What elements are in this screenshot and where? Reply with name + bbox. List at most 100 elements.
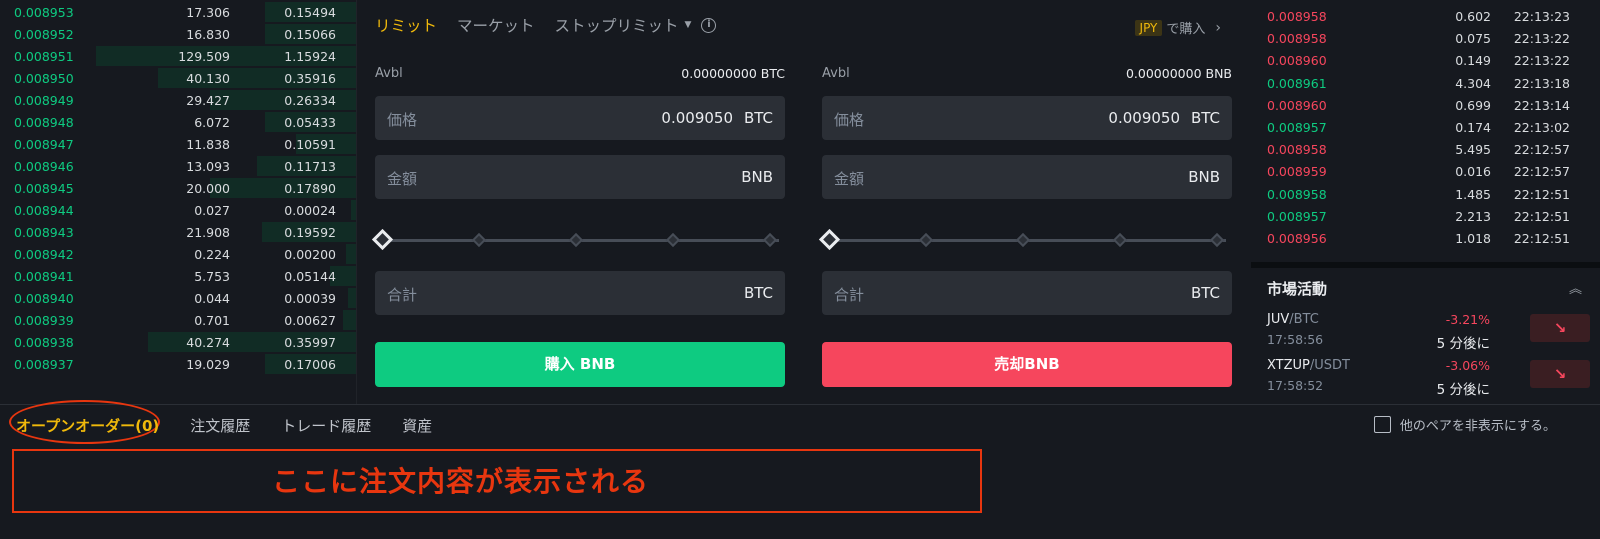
avbl-value: 0.00000000 BNB: [1125, 66, 1232, 81]
collapse-icon[interactable]: ︽: [1569, 278, 1582, 297]
orderbook-row[interactable]: 0.008940 0.044 0.00039: [0, 287, 356, 310]
price-value: 0.009050: [661, 109, 733, 127]
trade-time: 22:13:02: [1513, 120, 1570, 135]
orderbook-row[interactable]: 0.008944 0.027 0.00024: [0, 199, 356, 222]
market-activity-item[interactable]: JUV/BTC 17:58:56 -3.21% 5 分後に ↘: [1251, 312, 1600, 358]
orderbook-price: 0.008944: [14, 202, 74, 218]
pair-base: JUV: [1267, 312, 1290, 327]
trade-row: 0.008960 0.699 22:13:14: [1251, 94, 1600, 117]
trade-amount: 0.602: [1455, 9, 1491, 24]
trade-row: 0.008958 1.485 22:12:51: [1251, 183, 1600, 206]
orderbook-row[interactable]: 0.008945 20.000 0.17890: [0, 177, 356, 200]
slider-step-100[interactable]: [1209, 232, 1225, 248]
orderbook-price: 0.008945: [14, 180, 74, 196]
slider-step-25[interactable]: [918, 232, 934, 248]
sell-amount-input[interactable]: 金額 BNB: [822, 155, 1232, 199]
orderbook-row[interactable]: 0.008938 40.274 0.35997: [0, 331, 356, 354]
annotation-text: ここに注文内容が表示される: [272, 465, 650, 498]
total-unit: BTC: [1190, 284, 1220, 302]
buy-amount-slider[interactable]: [371, 228, 785, 251]
slider-step-75[interactable]: [665, 232, 681, 248]
market-activity-title: 市場活動: [1267, 280, 1328, 298]
orderbook-row[interactable]: 0.008939 0.701 0.00627: [0, 309, 356, 332]
buy-price-input[interactable]: 価格 0.009050 BTC: [375, 96, 785, 140]
hide-other-pairs-checkbox[interactable]: [1373, 416, 1391, 433]
trade-row: 0.008960 0.149 22:13:22: [1251, 49, 1600, 72]
orderbook-amount: 16.830: [186, 26, 230, 42]
trade-time: 22:13:23: [1513, 9, 1570, 24]
orderbook-row[interactable]: 0.008951 129.509 1.15924: [0, 45, 356, 68]
orderbook-total: 0.00039: [284, 290, 336, 306]
trade-time: 22:12:57: [1513, 142, 1570, 158]
slider-step-75[interactable]: [1112, 232, 1128, 248]
trade-time: 22:12:51: [1513, 231, 1570, 246]
trade-row: 0.008959 0.016 22:12:57: [1251, 160, 1600, 183]
pair-name: JUV/BTC: [1267, 312, 1319, 327]
slider-step-100[interactable]: [762, 232, 778, 248]
trade-amount: 0.174: [1455, 120, 1491, 135]
hide-other-pairs-toggle[interactable]: 他のペアを非表示にする。: [1373, 415, 1556, 434]
sell-total-input[interactable]: 合計 BTC: [822, 271, 1232, 315]
buy-column: Avbl 0.00000000 BTC 価格 0.009050 BTC 金額 B…: [371, 0, 785, 404]
orderbook-amount: 0.701: [194, 312, 230, 328]
sell-amount-slider[interactable]: [818, 228, 1232, 251]
price-change: -3.06%: [1445, 358, 1490, 373]
tab-open-orders[interactable]: オープンオーダー(0): [16, 415, 159, 436]
activity-window: 5 分後に: [1436, 336, 1490, 352]
orderbook-amount: 13.093: [186, 158, 230, 174]
orderbook-row[interactable]: 0.008949 29.427 0.26334: [0, 89, 356, 112]
orderbook-row[interactable]: 0.008953 17.306 0.15494: [0, 1, 356, 24]
avbl-label: Avbl: [375, 66, 403, 81]
slider-step-50[interactable]: [568, 232, 584, 248]
price-label: 価格: [834, 111, 865, 129]
slider-step-25[interactable]: [471, 232, 487, 248]
market-activity-item[interactable]: XTZUP/USDT 17:58:52 -3.06% 5 分後に ↘: [1251, 358, 1600, 404]
tab-funds[interactable]: 資産: [402, 415, 432, 436]
orderbook-row[interactable]: 0.008950 40.130 0.35916: [0, 67, 356, 90]
orderbook-row[interactable]: 0.008947 11.838 0.10591: [0, 133, 356, 156]
trade-price: 0.008961: [1267, 75, 1327, 91]
trade-amount: 1.018: [1455, 231, 1491, 246]
orderbook-total: 1.15924: [284, 48, 336, 64]
buy-total-input[interactable]: 合計 BTC: [375, 271, 785, 315]
orderbook-row[interactable]: 0.008946 13.093 0.11713: [0, 155, 356, 178]
avbl-label: Avbl: [822, 66, 850, 81]
activity-time: 17:58:52: [1267, 378, 1324, 393]
trade-price: 0.008960: [1267, 97, 1327, 113]
trade-amount: 0.699: [1455, 97, 1491, 113]
orderbook-row[interactable]: 0.008937 19.029 0.17006: [0, 353, 356, 376]
tab-order-history[interactable]: 注文履歴: [190, 415, 250, 436]
pair-quote: /USDT: [1309, 358, 1350, 373]
orderbook-total: 0.05144: [284, 268, 336, 284]
buy-available: Avbl 0.00000000 BTC: [375, 66, 785, 81]
tab-trade-history[interactable]: トレード履歴: [281, 415, 371, 436]
slider-step-50[interactable]: [1015, 232, 1031, 248]
depth-bar: [343, 309, 356, 330]
buy-amount-input[interactable]: 金額 BNB: [375, 155, 785, 199]
orderbook-row[interactable]: 0.008948 6.072 0.05433: [0, 111, 356, 134]
trade-price: 0.008958: [1267, 142, 1327, 158]
slider-handle[interactable]: [818, 228, 841, 251]
sell-bnb-button[interactable]: 売却BNB: [822, 342, 1232, 387]
sell-available: Avbl 0.00000000 BNB: [822, 66, 1232, 81]
trade-amount: 1.485: [1455, 186, 1491, 202]
trade-price: 0.008956: [1267, 231, 1327, 246]
order-book: 0.008953 17.306 0.15494 0.008952 16.830 0.150…: [0, 0, 356, 404]
orderbook-amount: 29.427: [186, 92, 230, 108]
orderbook-total: 0.35916: [284, 70, 336, 86]
trade-amount: 4.304: [1455, 75, 1491, 91]
orderbook-price: 0.008948: [14, 114, 74, 130]
depth-bar: [346, 243, 356, 264]
buy-bnb-button[interactable]: 購入 BNB: [375, 342, 785, 387]
price-unit: BTC: [1190, 109, 1220, 127]
orders-section: オープンオーダー(0) 注文履歴 トレード履歴 資産 他のペアを非表示にする。 …: [0, 400, 1600, 539]
orderbook-row[interactable]: 0.008941 5.753 0.05144: [0, 265, 356, 288]
orderbook-row[interactable]: 0.008942 0.224 0.00200: [0, 243, 356, 266]
sell-price-input[interactable]: 価格 0.009050 BTC: [822, 96, 1232, 140]
slider-handle[interactable]: [371, 228, 394, 251]
orderbook-amount: 0.044: [194, 290, 230, 306]
orderbook-row[interactable]: 0.008943 21.908 0.19592: [0, 221, 356, 244]
trade-time: 22:12:57: [1513, 164, 1570, 180]
total-label: 合計: [387, 286, 418, 304]
orderbook-row[interactable]: 0.008952 16.830 0.15066: [0, 23, 356, 46]
